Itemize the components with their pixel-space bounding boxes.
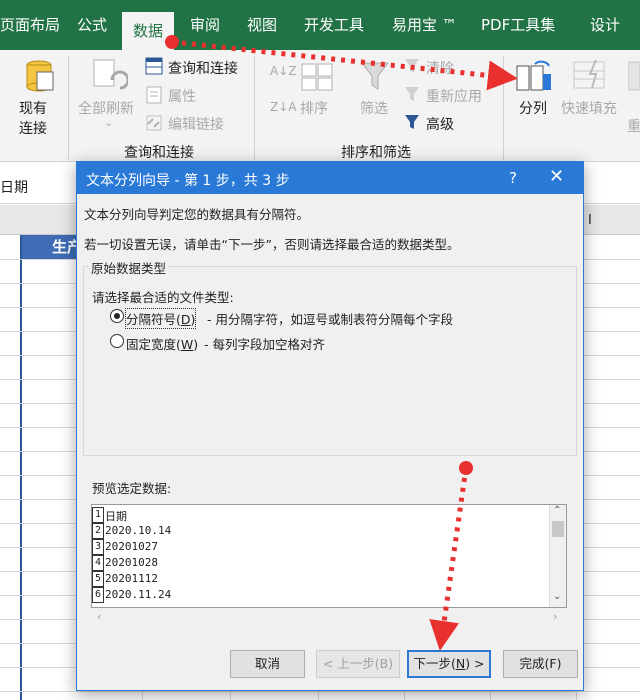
annotation-arrow-to-split [171,39,518,91]
annotation-overlay [165,35,518,651]
annotation-arrow-to-next [429,467,469,651]
